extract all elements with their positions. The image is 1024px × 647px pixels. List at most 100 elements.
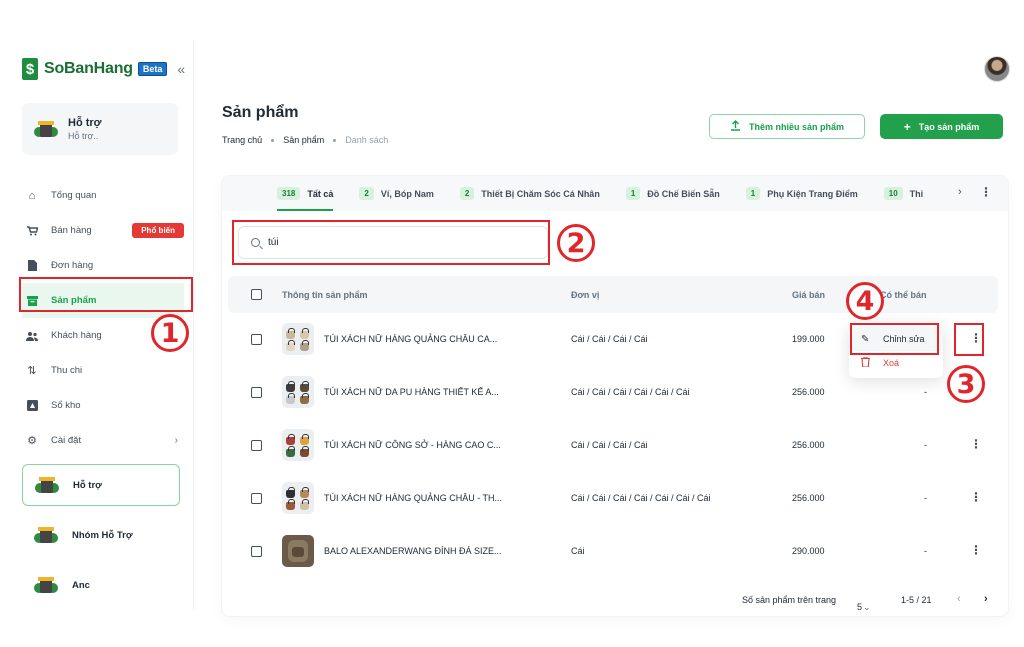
row-checkbox[interactable]: [251, 493, 262, 504]
product-sellable: -: [924, 440, 927, 450]
user-avatar[interactable]: [984, 56, 1010, 82]
tab-count: 2: [459, 187, 475, 200]
sidebar-item-settings[interactable]: ⚙ Cài đặt ›: [22, 423, 184, 458]
annotation-box-edit: [850, 323, 939, 355]
table-row[interactable]: BALO ALEXANDERWANG ĐÍNH ĐÁ SIZE... Cái 2…: [228, 525, 998, 578]
store-group-avatar: [35, 473, 59, 497]
store-group-item[interactable]: Anc: [22, 564, 180, 606]
tab-count: 318: [277, 187, 301, 200]
breadcrumb-home[interactable]: Trang chủ: [222, 135, 262, 145]
gear-icon: ⚙: [27, 435, 37, 447]
per-page-value: 5: [857, 602, 863, 612]
row-more-icon[interactable]: ⋮: [970, 543, 982, 557]
product-thumbnail: [282, 376, 314, 408]
prev-page-icon[interactable]: ‹: [957, 593, 961, 605]
product-thumbnail: [282, 323, 314, 355]
breadcrumb: Trang chủ Sản phẩm Danh sách: [222, 135, 388, 145]
tab-count: 2: [359, 187, 374, 200]
tab-category[interactable]: 1 Phụ Kiện Trang Điểm: [745, 176, 858, 211]
tab-count: 10: [883, 187, 903, 200]
pagination: Số sản phẩm trên trang 5 ⌄ 1-5 / 21 ‹ ›: [222, 588, 1008, 616]
home-icon: ⌂: [28, 189, 36, 202]
product-unit: Cái / Cái / Cái / Cái / Cái / Cái / Cái: [571, 493, 711, 503]
tab-category[interactable]: 2 Thiết Bị Chăm Sóc Cá Nhân: [459, 176, 600, 211]
sidebar-item-label: Khách hàng: [51, 330, 102, 341]
table-row[interactable]: TÚI XÁCH NỮ HÀNG QUẢNG CHÂU - TH... Cái …: [228, 472, 998, 525]
store-group-label: Anc: [72, 579, 90, 591]
annotation-number-4: 4: [846, 282, 884, 320]
sidebar-item-warehouse[interactable]: Sổ kho: [22, 388, 184, 423]
tab-all[interactable]: 318 Tất cả: [277, 176, 334, 211]
tab-category[interactable]: 10 Thi: [883, 176, 923, 211]
chevron-right-icon: ›: [174, 435, 178, 446]
logo[interactable]: $ SoBanHang Beta «: [22, 58, 185, 80]
document-icon: [26, 260, 38, 272]
tab-label: Phụ Kiện Trang Điểm: [767, 188, 858, 199]
store-group-list: Hỗ trợ Nhóm Hỗ Trợ Anc: [22, 464, 180, 614]
breadcrumb-separator: [333, 138, 337, 142]
breadcrumb-products[interactable]: Sản phẩm: [283, 135, 324, 145]
bulk-add-products-button[interactable]: Thêm nhiều sản phẩm: [709, 114, 865, 139]
product-sellable: -: [924, 493, 927, 503]
column-header-sellable: Có thể bán: [880, 290, 927, 300]
popular-badge: Phổ biến: [132, 223, 184, 238]
column-header-price: Giá bán: [792, 290, 826, 300]
product-price: 290.000: [792, 546, 825, 556]
sidebar-item-sales[interactable]: Bán hàng Phổ biến: [22, 213, 184, 248]
product-name[interactable]: BALO ALEXANDERWANG ĐÍNH ĐÁ SIZE...: [324, 546, 502, 556]
product-thumbnail: [282, 482, 314, 514]
product-price: 256.000: [792, 387, 825, 397]
product-price: 256.000: [792, 493, 825, 503]
product-unit: Cái / Cái / Cái / Cái: [571, 334, 648, 344]
select-all-checkbox[interactable]: [251, 289, 262, 300]
product-sellable: -: [924, 387, 927, 397]
row-checkbox[interactable]: [251, 440, 262, 451]
store-group-item[interactable]: Nhóm Hỗ Trợ: [22, 514, 180, 556]
product-sellable: -: [924, 546, 927, 556]
product-name[interactable]: TÚI XÁCH NỮ HÀNG QUẢNG CHÂU CA...: [324, 334, 497, 344]
breadcrumb-separator: [271, 138, 275, 142]
sidebar-item-cashflow[interactable]: ⇅ Thu chi: [22, 353, 184, 388]
bulk-add-label: Thêm nhiều sản phẩm: [748, 121, 844, 132]
category-tabs: 318 Tất cả 2 Ví, Bóp Nam 2 Thiết Bị Chăm…: [222, 176, 1008, 211]
sidebar-item-label: Cài đặt: [51, 435, 82, 446]
tab-category[interactable]: 2 Ví, Bóp Nam: [359, 176, 434, 211]
per-page-label: Số sản phẩm trên trang: [742, 595, 837, 605]
exchange-icon: ⇅: [27, 365, 37, 377]
beta-badge: Beta: [137, 62, 168, 76]
annotation-box-products: [19, 277, 193, 312]
store-group-avatar: [34, 523, 58, 547]
row-more-icon[interactable]: ⋮: [970, 490, 982, 504]
annotation-number-3: 3: [947, 365, 985, 403]
sidebar-item-overview[interactable]: ⌂ Tổng quan: [22, 178, 184, 213]
table-row[interactable]: TÚI XÁCH NỮ CÔNG SỞ - HÀNG CAO C... Cái …: [228, 419, 998, 472]
create-product-button[interactable]: + Tạo sản phẩm: [880, 114, 1003, 139]
breadcrumb-current: Danh sách: [345, 135, 389, 145]
trash-icon: [861, 355, 871, 370]
next-page-icon[interactable]: ›: [984, 593, 988, 605]
users-icon: [26, 330, 38, 342]
sidebar-item-label: Thu chi: [51, 365, 83, 376]
product-name[interactable]: TÚI XÁCH NỮ HÀNG QUẢNG CHÂU - TH...: [324, 493, 502, 503]
tab-label: Đồ Chế Biến Sẵn: [647, 188, 720, 199]
store-subtitle: Hỗ trợ..: [68, 131, 99, 141]
store-group-item[interactable]: Hỗ trợ: [22, 464, 180, 506]
plus-icon: +: [903, 119, 911, 134]
row-checkbox[interactable]: [251, 334, 262, 345]
product-name[interactable]: TÚI XÁCH NỮ DA PU HÀNG THIẾT KẾ A...: [324, 387, 499, 397]
tab-label: Tất cả: [307, 188, 334, 199]
create-product-label: Tạo sản phẩm: [918, 121, 980, 132]
store-switcher[interactable]: Hỗ trợ Hỗ trợ..: [22, 103, 178, 155]
collapse-sidebar-icon[interactable]: «: [177, 61, 185, 77]
product-unit: Cái: [571, 546, 585, 556]
row-checkbox[interactable]: [251, 387, 262, 398]
tab-label: Ví, Bóp Nam: [380, 188, 434, 199]
row-more-icon[interactable]: ⋮: [970, 437, 982, 451]
row-checkbox[interactable]: [251, 546, 262, 557]
tab-category[interactable]: 1 Đồ Chế Biến Sẵn: [625, 176, 720, 211]
delete-label: Xoá: [883, 358, 900, 368]
tabs-more-icon[interactable]: ⋮: [980, 185, 992, 199]
tab-count: 1: [625, 187, 641, 200]
product-name[interactable]: TÚI XÁCH NỮ CÔNG SỞ - HÀNG CAO C...: [324, 440, 501, 450]
tabs-next-icon[interactable]: ›: [958, 186, 962, 198]
